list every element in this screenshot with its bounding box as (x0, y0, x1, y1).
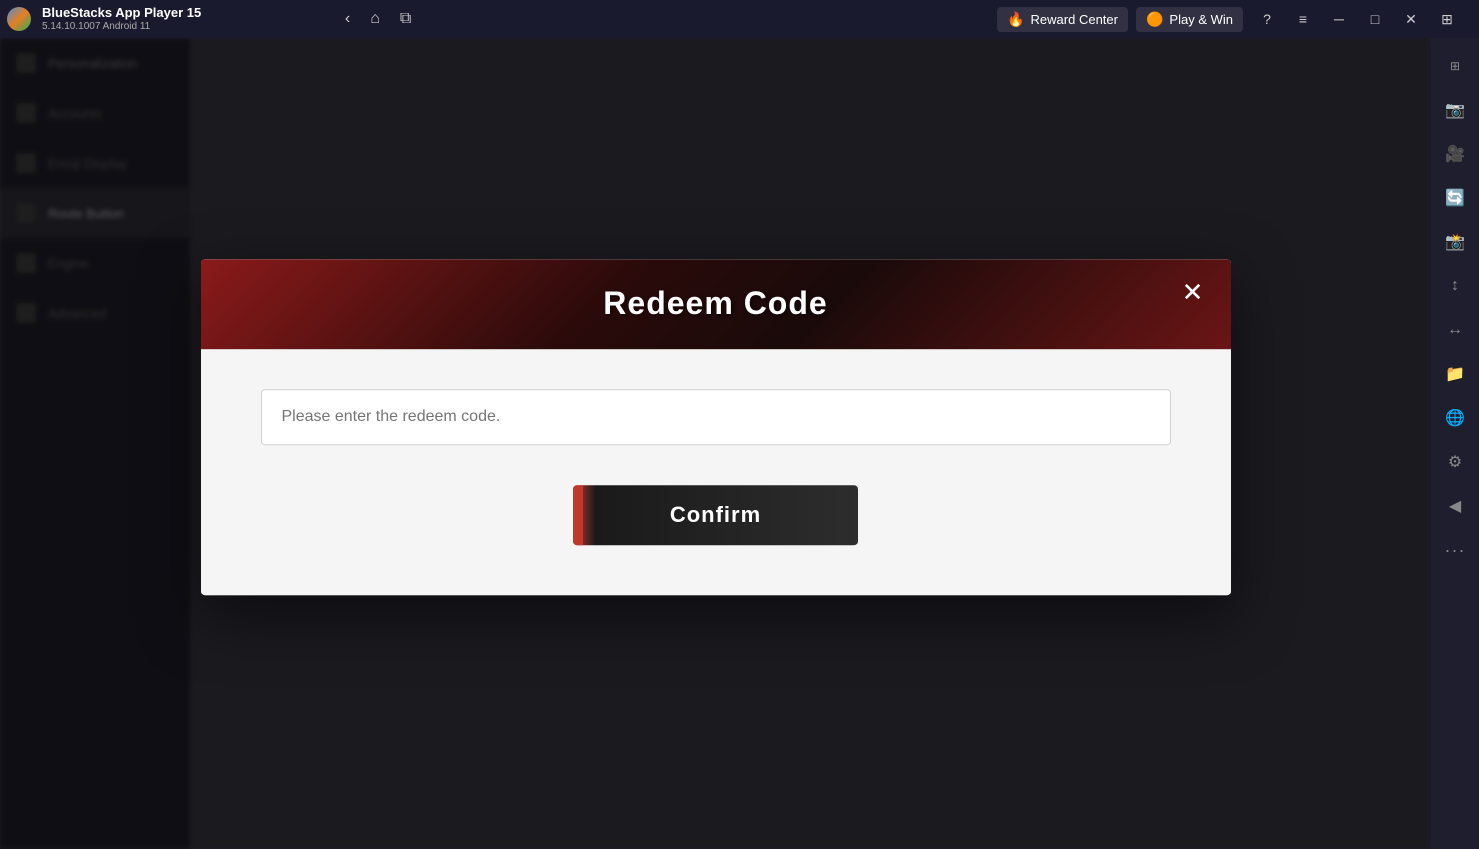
home-button[interactable]: ⌂ (366, 6, 384, 32)
sidebar-more-icon[interactable]: ··· (1435, 530, 1475, 570)
right-sidebar: ⊞ 📷 🎥 🔄 📸 ↕ ↔ 📁 🌐 ⚙ ◀ ··· (1431, 38, 1479, 849)
snap-button[interactable]: ⊞ (1431, 3, 1463, 35)
play-win-button[interactable]: 🟠 Play & Win (1136, 7, 1243, 32)
nav-buttons: ‹ ⌂ ⧉ (325, 6, 431, 32)
sidebar-rotate-icon[interactable]: 🔄 (1435, 178, 1475, 218)
play-win-label: Play & Win (1169, 12, 1233, 27)
title-bar-right: 🔥 Reward Center 🟠 Play & Win ? ≡ ─ □ ✕ ⊞ (997, 3, 1479, 35)
sidebar-expand-icon[interactable]: ⊞ (1435, 46, 1475, 86)
redeem-dialog: Redeem Code ✕ Confirm (201, 259, 1231, 595)
back-button[interactable]: ‹ (341, 6, 354, 32)
app-name: BlueStacks App Player 15 (42, 5, 325, 21)
app-version: 5.14.10.1007 Android 11 (42, 21, 325, 33)
title-bar: BlueStacks App Player 15 5.14.10.1007 An… (0, 0, 1479, 38)
sidebar-resize-v-icon[interactable]: ↕ (1435, 266, 1475, 306)
redeem-code-input[interactable] (261, 389, 1171, 445)
reward-center-label: Reward Center (1031, 12, 1118, 27)
confirm-button-text: Confirm (573, 502, 858, 528)
sidebar-network-icon[interactable]: 🌐 (1435, 398, 1475, 438)
window-controls: ? ≡ ─ □ ✕ ⊞ (1251, 3, 1463, 35)
sidebar-collapse-icon[interactable]: ◀ (1435, 486, 1475, 526)
dialog-title: Redeem Code (603, 285, 827, 322)
minimize-button[interactable]: ─ (1323, 3, 1355, 35)
close-button[interactable]: ✕ (1395, 3, 1427, 35)
sidebar-settings-icon[interactable]: ⚙ (1435, 442, 1475, 482)
sidebar-resize-h-icon[interactable]: ↔ (1435, 310, 1475, 350)
help-button[interactable]: ? (1251, 3, 1283, 35)
sidebar-camera-icon[interactable]: 📸 (1435, 222, 1475, 262)
logo-circle (7, 7, 31, 31)
sidebar-screenshot-icon[interactable]: 📷 (1435, 90, 1475, 130)
menu-button[interactable]: ≡ (1287, 3, 1319, 35)
sidebar-record-icon[interactable]: 🎥 (1435, 134, 1475, 174)
play-win-icon: 🟠 (1146, 11, 1163, 28)
main-content: Personalization Accounts Emoji Display R… (0, 38, 1431, 849)
dialog-close-button[interactable]: ✕ (1175, 275, 1211, 311)
dialog-body: Confirm (201, 349, 1231, 595)
maximize-button[interactable]: □ (1359, 3, 1391, 35)
dialog-header: Redeem Code ✕ (201, 259, 1231, 349)
app-logo (0, 0, 38, 38)
reward-center-button[interactable]: 🔥 Reward Center (997, 7, 1128, 32)
tabs-button[interactable]: ⧉ (396, 6, 415, 32)
reward-icon: 🔥 (1007, 11, 1024, 28)
app-info: BlueStacks App Player 15 5.14.10.1007 An… (38, 5, 325, 33)
sidebar-files-icon[interactable]: 📁 (1435, 354, 1475, 394)
confirm-button-red-bar (573, 485, 583, 545)
confirm-button[interactable]: Confirm (573, 485, 858, 545)
